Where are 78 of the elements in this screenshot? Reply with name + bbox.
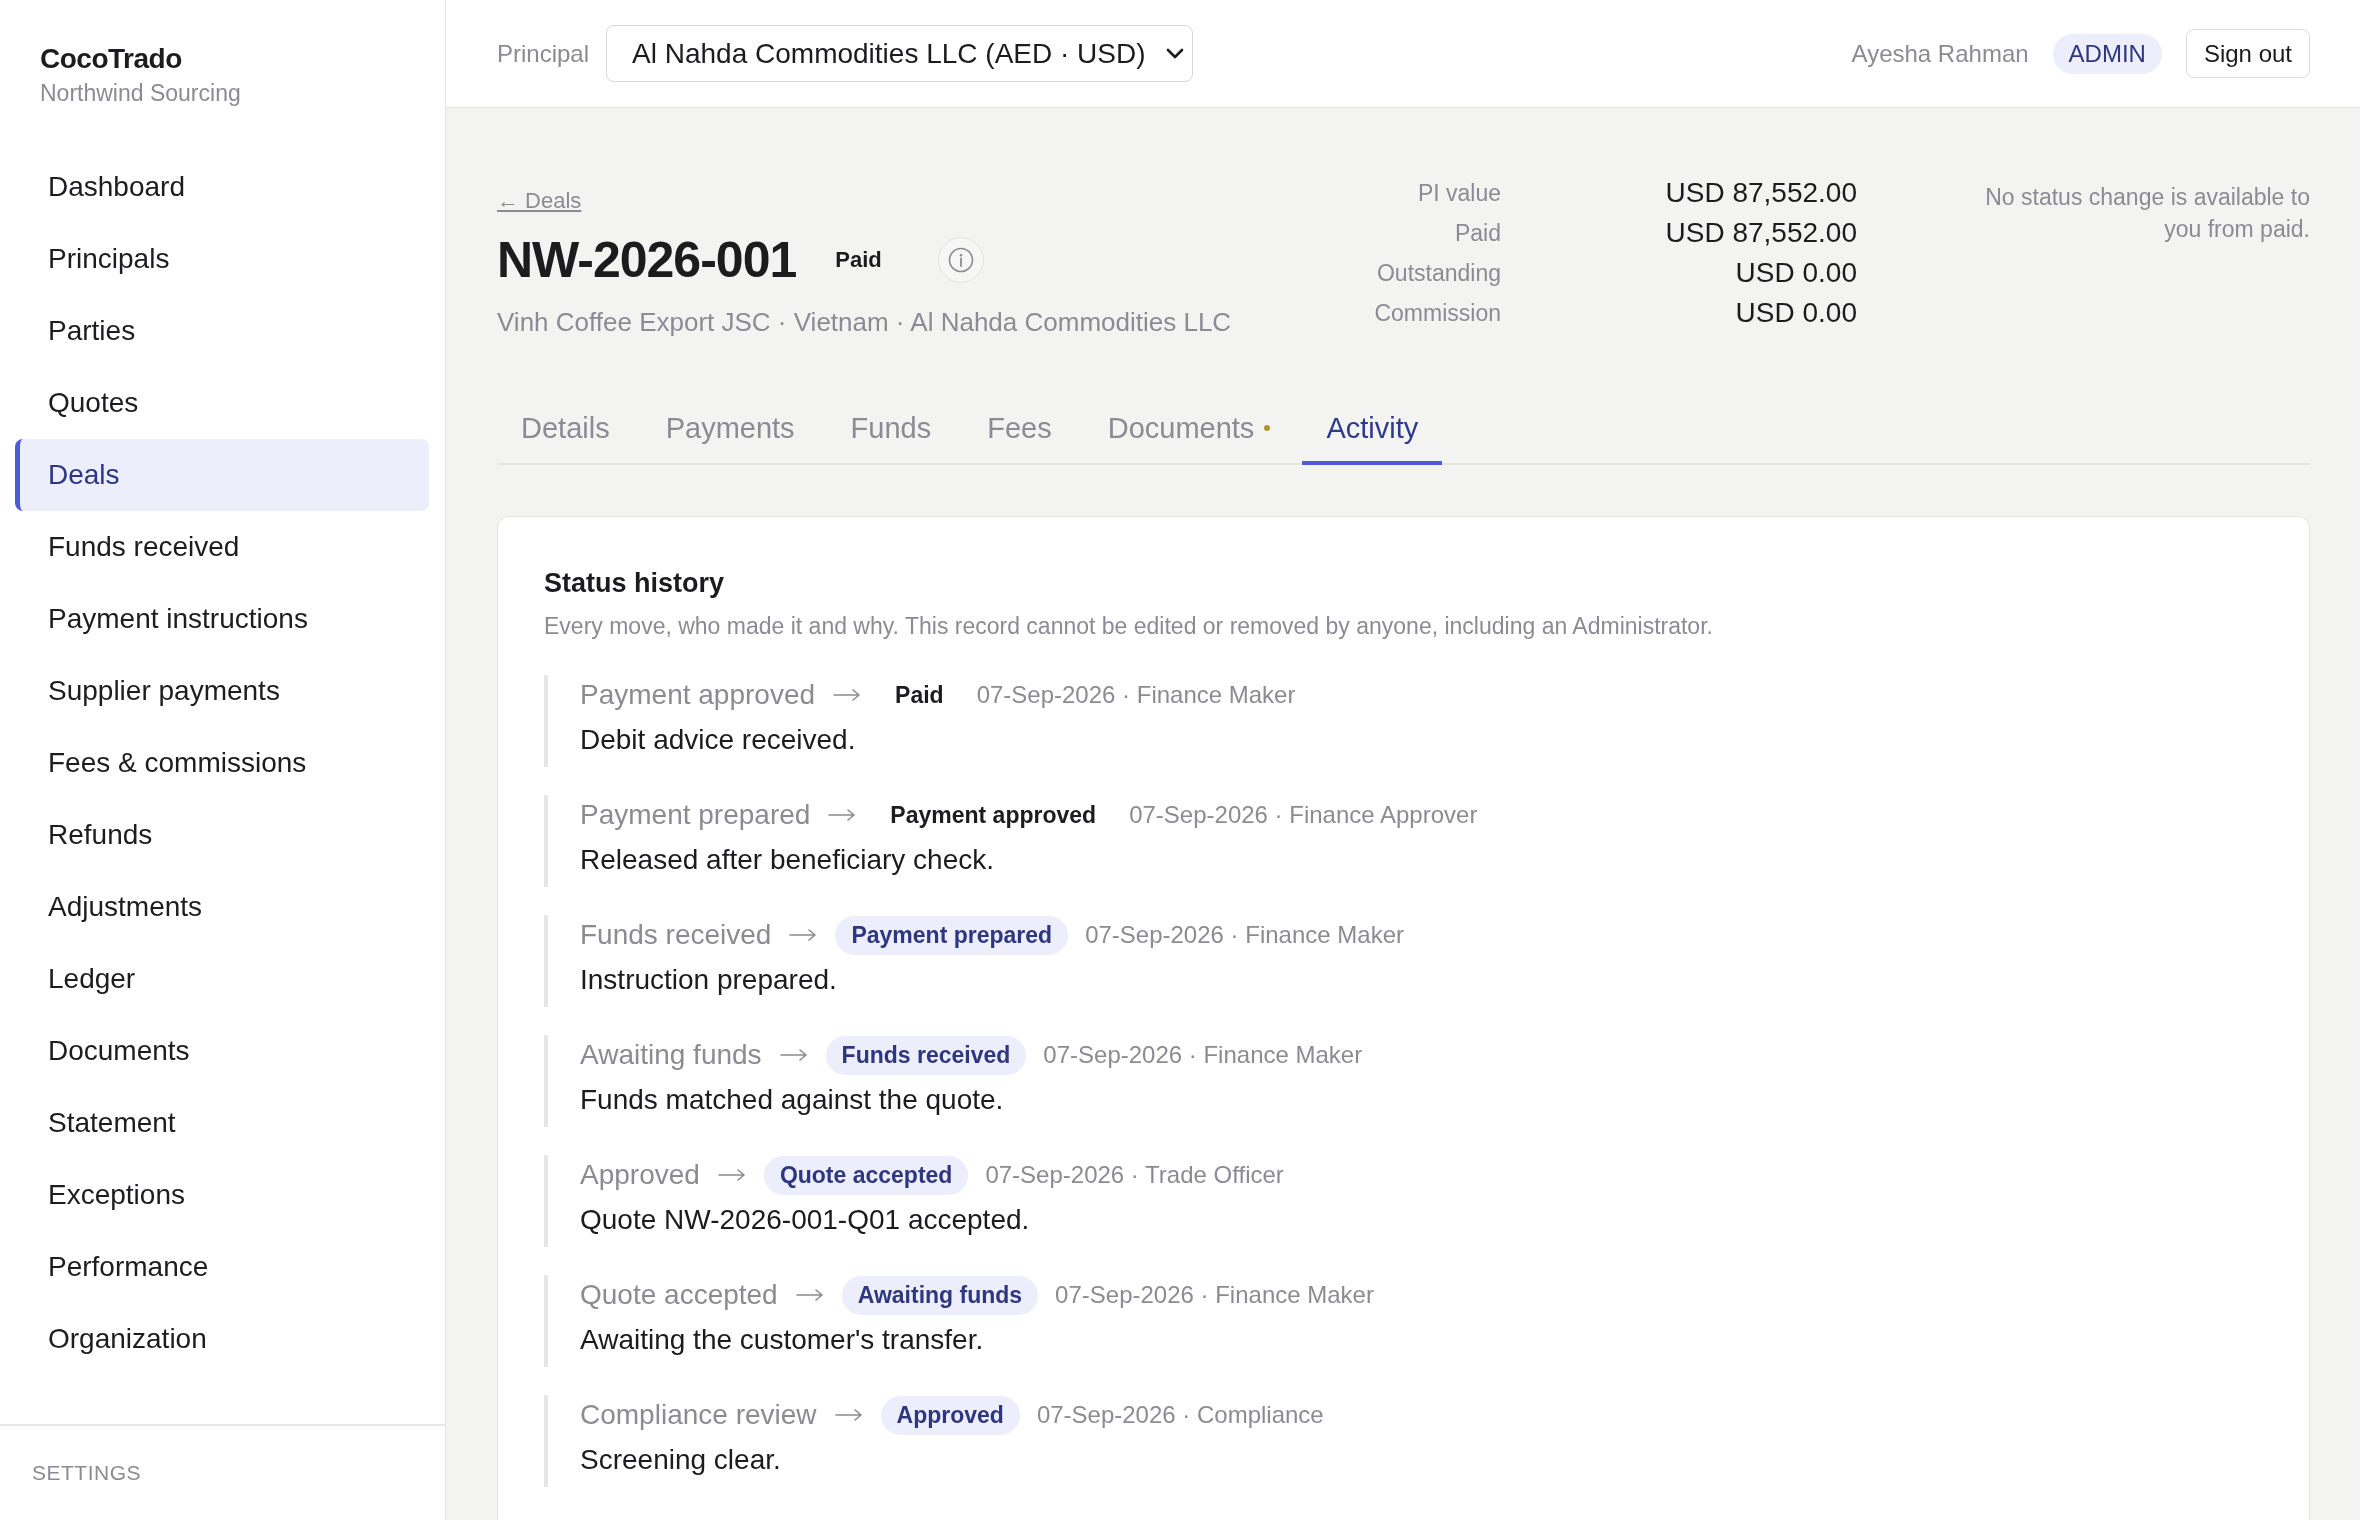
deal-subtitle: Vinh Coffee Export JSC · Vietnam · Al Nahda Commodities LLC (497, 306, 1233, 339)
entry-note: Instruction prepared. (580, 963, 838, 997)
previous-status: Payment approved (580, 679, 816, 711)
nav-item[interactable]: Fees & commissions (15, 727, 429, 799)
nav-item[interactable]: Quotes (15, 367, 429, 439)
previous-status: Approved (580, 1159, 700, 1191)
nav-item[interactable]: Funds received (15, 511, 429, 583)
previous-status: Quote accepted (580, 1279, 778, 1311)
status-badge: Awaiting funds (841, 1275, 1039, 1315)
status-badge: Funds received (825, 1035, 1027, 1075)
nav-item[interactable]: Exceptions (15, 1159, 429, 1231)
arrow-right-icon (795, 1288, 824, 1302)
status-badge: Approved (880, 1395, 1020, 1435)
section-label: SETTINGS (32, 1461, 141, 1485)
summary-label: Paid (1453, 219, 1501, 248)
previous-status: Compliance review (580, 1399, 817, 1431)
nav-item[interactable]: Refunds (15, 799, 429, 871)
summary-label: Commission (1374, 299, 1501, 328)
summary-label: Outstanding (1375, 259, 1501, 288)
previous-status: Funds received (580, 919, 772, 951)
entry-meta: 07-Sep-2026 · Finance Maker (976, 681, 1296, 709)
entry-meta: 07-Sep-2026 · Finance Maker (1055, 1281, 1374, 1309)
summary-value: USD 0.00 (1734, 296, 1857, 330)
tab[interactable]: Activity (1302, 395, 1443, 465)
info-icon (947, 247, 974, 273)
principal-select[interactable]: Al Nahda Commodities LLC (AED · USD) (606, 25, 1193, 82)
entry-meta: 07-Sep-2026 · Finance Maker (1043, 1041, 1363, 1069)
section-title: Status history (544, 567, 726, 600)
entry-note: Screening clear. (580, 1443, 782, 1477)
nav-item[interactable]: Supplier payments (15, 655, 429, 727)
user-name: Ayesha Rahman (1851, 39, 2029, 68)
entry-meta: 07-Sep-2026 · Finance Approver (1129, 801, 1478, 829)
deal-title: NW-2026-001 (497, 231, 797, 289)
nav-item[interactable]: Principals (15, 223, 429, 295)
entry-meta: 07-Sep-2026 · Trade Officer (985, 1161, 1284, 1189)
entry-note: Released after beneficiary check. (580, 843, 995, 877)
arrow-right-icon (717, 1168, 746, 1182)
role-badge: ADMIN (2052, 33, 2162, 74)
entry-meta: 07-Sep-2026 · Finance Maker (1085, 921, 1404, 949)
status-label: Paid (835, 247, 882, 273)
entry-meta: 07-Sep-2026 · Compliance (1036, 1401, 1324, 1429)
previous-status: Awaiting funds (580, 1039, 762, 1071)
status-note: No status change is available to you from paid. (1984, 183, 2310, 244)
arrow-right-icon (779, 1048, 808, 1062)
summary-value: USD 87,552.00 (1664, 216, 1857, 250)
brand-name: CocoTrado (40, 42, 183, 76)
entry-note: Funds matched against the quote. (580, 1083, 1005, 1117)
section-description: Every move, who made it and why. This record cannot be edited or removed by anyone, including an Administrator. (544, 612, 1714, 641)
nav-item[interactable]: Adjustments (15, 871, 429, 943)
nav-item[interactable]: Documents (15, 1015, 429, 1087)
arrow-right-icon (828, 808, 857, 822)
arrow-right-icon (833, 688, 862, 702)
nav-item[interactable]: Statement (15, 1087, 429, 1159)
nav-item[interactable]: Performance (15, 1231, 429, 1303)
summary-value: USD 87,552.00 (1664, 176, 1857, 210)
nav-item[interactable]: Organization (15, 1303, 429, 1375)
nav-item[interactable]: Deals (15, 439, 429, 511)
status-badge: Payment prepared (835, 915, 1069, 955)
arrow-right-icon (834, 1408, 863, 1422)
sign-out-button[interactable]: Sign out (2185, 29, 2310, 78)
status-label: Payment approved (890, 801, 1097, 829)
nav-item[interactable]: Dashboard (15, 151, 429, 223)
summary-value: USD 0.00 (1734, 256, 1857, 290)
status-label: Paid (895, 681, 944, 709)
organization-name: Northwind Sourcing (40, 79, 242, 108)
summary-label: PI value (1416, 179, 1501, 208)
caret-icon (1165, 48, 1184, 59)
status-badge: Quote accepted (763, 1155, 969, 1195)
previous-status: Payment prepared (580, 799, 811, 831)
entry-note: Quote NW-2026-001-Q01 accepted. (580, 1203, 1031, 1237)
entry-note: Debit advice received. (580, 723, 857, 757)
arrow-right-icon (789, 928, 818, 942)
nav-item[interactable]: Parties (15, 295, 429, 367)
nav-item[interactable]: Ledger (15, 943, 429, 1015)
principal-label: Principal (497, 39, 590, 68)
entry-note: Awaiting the customer's transfer. (580, 1323, 985, 1357)
info-button[interactable] (937, 237, 984, 283)
nav-item[interactable]: Payment instructions (15, 583, 429, 655)
